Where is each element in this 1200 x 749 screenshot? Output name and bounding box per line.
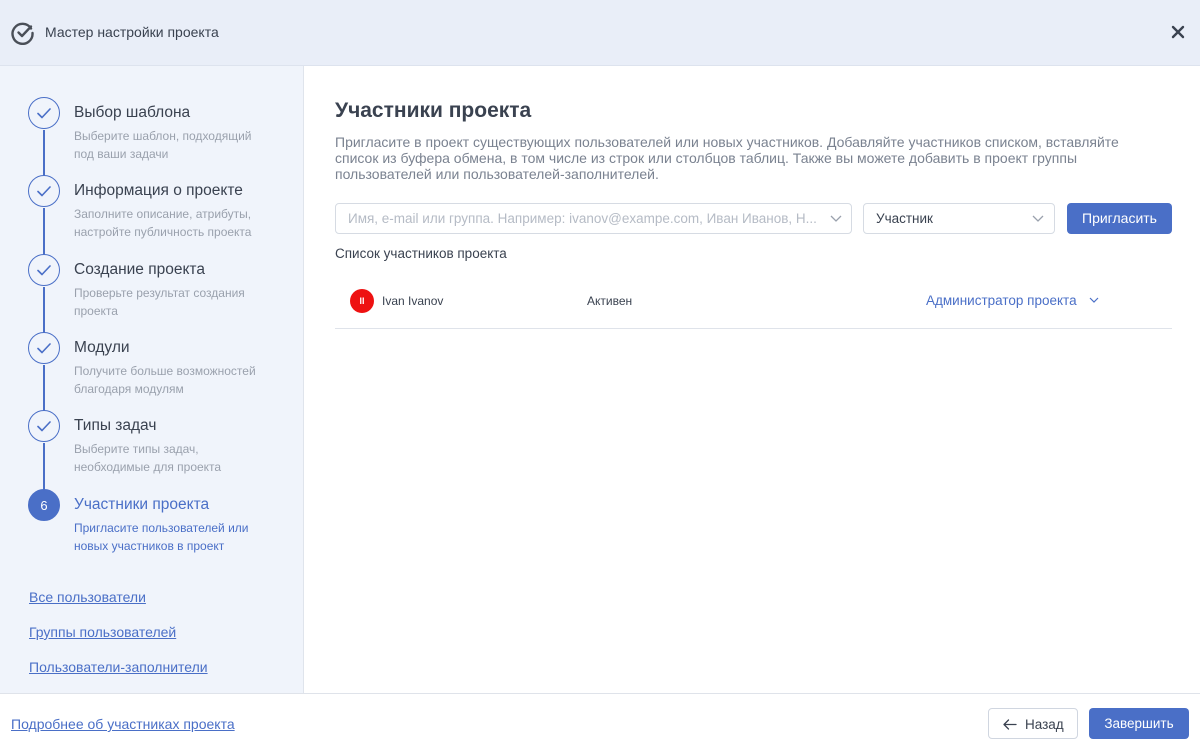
step-done-icon: [28, 332, 60, 364]
page-title: Участники проекта: [335, 99, 532, 122]
member-name: Ivan Ivanov: [382, 294, 444, 308]
finish-button[interactable]: Завершить: [1089, 708, 1189, 739]
placeholder-users-link[interactable]: Пользователи-заполнители: [29, 659, 208, 675]
back-button[interactable]: Назад: [988, 708, 1078, 739]
step-title: Информация о проекте: [74, 182, 243, 199]
user-groups-link[interactable]: Группы пользователей: [29, 624, 176, 640]
step-title: Типы задач: [74, 417, 157, 434]
back-button-label: Назад: [1025, 717, 1064, 732]
step-description: Выберите типы задач, необходимые для про…: [74, 442, 222, 474]
all-users-link[interactable]: Все пользователи: [29, 589, 146, 605]
step-title: Участники проекта: [74, 496, 210, 513]
role-select[interactable]: Участник: [863, 203, 1055, 234]
invite-button[interactable]: Пригласить: [1067, 203, 1172, 234]
main-content: Участники проекта Пригласите в проект су…: [305, 66, 1200, 693]
step-title: Создание проекта: [74, 261, 205, 278]
wizard-footer: Подробнее об участниках проекта Назад За…: [0, 693, 1200, 749]
intro-text: Пригласите в проект существующих пользов…: [335, 134, 1119, 182]
chevron-down-icon[interactable]: [1032, 213, 1044, 223]
arrow-left-icon: [1003, 719, 1017, 730]
wizard-steps-sidebar: Выбор шаблона Выберите шаблон, подходящи…: [0, 66, 304, 693]
chevron-down-icon[interactable]: [830, 213, 842, 223]
step-description: Заполните описание, атрибуты, настройте …: [74, 207, 252, 239]
invite-search-input[interactable]: Имя, e-mail или группа. Например: ivanov…: [335, 203, 852, 234]
step-description: Получите больше возможностей благодаря м…: [74, 364, 256, 396]
close-icon[interactable]: [1168, 22, 1188, 42]
step-done-icon: [28, 97, 60, 129]
wizard-header: Мастер настройки проекта: [0, 0, 1200, 66]
step-done-icon: [28, 254, 60, 286]
step-description: Проверьте результат создания проекта: [74, 286, 245, 318]
member-status: Активен: [587, 294, 633, 308]
member-row: II Ivan Ivanov Активен Администратор про…: [335, 281, 1172, 329]
step-done-icon: [28, 175, 60, 207]
learn-more-link[interactable]: Подробнее об участниках проекта: [11, 716, 235, 732]
members-list-title: Список участников проекта: [335, 246, 507, 261]
step-title: Выбор шаблона: [74, 104, 191, 121]
step-done-icon: [28, 410, 60, 442]
chevron-down-icon[interactable]: [1089, 296, 1099, 304]
member-role-dropdown[interactable]: Администратор проекта: [926, 293, 1077, 308]
step-description: Пригласите пользователей или новых участ…: [74, 521, 249, 553]
wizard-title: Мастер настройки проекта: [45, 24, 219, 40]
avatar: II: [350, 289, 374, 313]
step-title: Модули: [74, 339, 130, 356]
step-description: Выберите шаблон, подходящий под ваши зад…: [74, 129, 252, 161]
step-number-badge: 6: [28, 489, 60, 521]
check-circle-icon: [11, 22, 34, 45]
